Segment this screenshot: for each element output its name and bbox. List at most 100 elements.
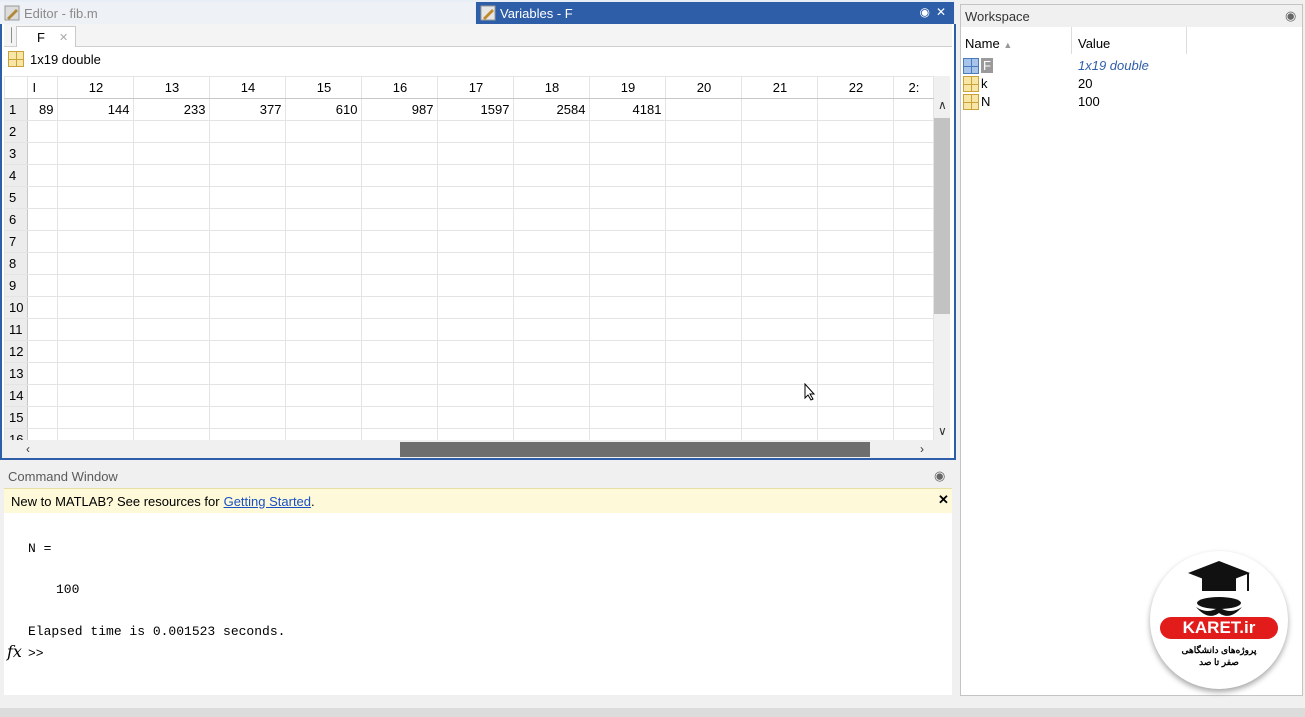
table-cell[interactable] — [817, 252, 895, 275]
table-cell[interactable] — [27, 230, 59, 253]
table-cell[interactable] — [27, 384, 59, 407]
table-cell[interactable] — [285, 208, 363, 231]
table-cell[interactable] — [741, 274, 819, 297]
table-cell[interactable] — [57, 120, 135, 143]
table-cell[interactable] — [285, 384, 363, 407]
table-cell[interactable] — [741, 406, 819, 429]
table-cell[interactable] — [209, 120, 287, 143]
table-cell[interactable] — [361, 274, 439, 297]
table-cell[interactable] — [133, 142, 211, 165]
table-cell[interactable] — [741, 208, 819, 231]
table-cell[interactable] — [665, 384, 743, 407]
table-cell[interactable] — [817, 406, 895, 429]
table-cell[interactable] — [513, 252, 591, 275]
table-cell[interactable] — [285, 142, 363, 165]
table-cell[interactable] — [437, 186, 515, 209]
table-cell[interactable] — [741, 186, 819, 209]
table-cell[interactable] — [741, 340, 819, 363]
table-cell[interactable] — [57, 362, 135, 385]
row-header[interactable]: 14 — [4, 384, 29, 407]
table-cell[interactable] — [893, 296, 935, 319]
table-cell[interactable] — [589, 384, 667, 407]
table-cell[interactable] — [285, 252, 363, 275]
table-cell[interactable] — [893, 274, 935, 297]
table-cell[interactable] — [817, 230, 895, 253]
table-cell[interactable] — [133, 406, 211, 429]
table-cell[interactable] — [741, 252, 819, 275]
table-cell[interactable] — [361, 208, 439, 231]
tab-close-icon[interactable]: ✕ — [59, 31, 68, 44]
table-cell[interactable] — [361, 252, 439, 275]
row-header[interactable]: 2 — [4, 120, 29, 143]
table-cell[interactable] — [57, 318, 135, 341]
table-cell[interactable] — [893, 362, 935, 385]
table-cell[interactable] — [437, 142, 515, 165]
table-cell[interactable] — [209, 142, 287, 165]
getting-started-link[interactable]: Getting Started — [224, 494, 311, 509]
table-cell[interactable] — [285, 230, 363, 253]
table-cell[interactable] — [209, 406, 287, 429]
function-browser-icon[interactable]: fx — [7, 642, 22, 661]
command-prompt[interactable]: >> — [28, 646, 44, 661]
table-cell[interactable] — [27, 252, 59, 275]
table-cell[interactable] — [57, 164, 135, 187]
table-cell[interactable] — [57, 340, 135, 363]
table-cell[interactable] — [27, 406, 59, 429]
table-cell[interactable] — [513, 230, 591, 253]
table-cell[interactable] — [57, 406, 135, 429]
table-cell[interactable] — [817, 208, 895, 231]
row-header[interactable]: 6 — [4, 208, 29, 231]
table-cell[interactable] — [665, 318, 743, 341]
table-cell[interactable] — [589, 274, 667, 297]
table-cell[interactable] — [665, 208, 743, 231]
row-header[interactable]: 7 — [4, 230, 29, 253]
table-cell[interactable] — [209, 164, 287, 187]
table-cell[interactable] — [361, 142, 439, 165]
table-cell[interactable] — [893, 120, 935, 143]
table-cell[interactable] — [133, 296, 211, 319]
column-header[interactable]: 12 — [57, 76, 135, 99]
column-header[interactable]: 21 — [741, 76, 819, 99]
panel-menu-icon[interactable]: ◉ — [919, 5, 929, 19]
table-cell[interactable] — [741, 120, 819, 143]
column-header[interactable]: 15 — [285, 76, 363, 99]
table-cell[interactable] — [817, 318, 895, 341]
scroll-up-icon[interactable]: ∧ — [938, 98, 947, 112]
column-header[interactable]: I — [27, 76, 59, 99]
name-column-header[interactable]: Name ▲ — [965, 36, 1012, 51]
table-cell[interactable] — [589, 120, 667, 143]
table-cell[interactable] — [513, 120, 591, 143]
table-cell[interactable] — [27, 120, 59, 143]
workspace-var-row[interactable]: k 20 — [961, 74, 1302, 92]
table-cell[interactable] — [817, 142, 895, 165]
table-cell[interactable] — [361, 296, 439, 319]
table-cell[interactable] — [437, 208, 515, 231]
table-cell[interactable] — [437, 406, 515, 429]
table-cell[interactable] — [437, 318, 515, 341]
table-cell[interactable] — [513, 296, 591, 319]
scroll-left-icon[interactable]: ‹ — [26, 442, 30, 456]
table-cell[interactable] — [133, 186, 211, 209]
table-cell[interactable] — [361, 230, 439, 253]
table-cell[interactable] — [57, 186, 135, 209]
table-cell[interactable] — [513, 318, 591, 341]
workspace-var-row[interactable]: N 100 — [961, 92, 1302, 110]
table-cell[interactable] — [893, 186, 935, 209]
table-cell[interactable] — [57, 208, 135, 231]
table-cell[interactable] — [209, 296, 287, 319]
table-cell[interactable] — [513, 142, 591, 165]
table-cell[interactable] — [437, 384, 515, 407]
variable-spreadsheet[interactable]: I 12 13 14 15 16 17 18 19 20 21 22 2: 1 89 144 233 377 61… — [4, 76, 936, 464]
table-cell[interactable]: 144 — [57, 98, 135, 121]
table-cell[interactable] — [513, 384, 591, 407]
table-cell[interactable] — [665, 362, 743, 385]
table-cell[interactable] — [513, 340, 591, 363]
table-cell[interactable] — [27, 274, 59, 297]
row-header[interactable]: 13 — [4, 362, 29, 385]
table-cell[interactable] — [437, 296, 515, 319]
table-cell[interactable] — [361, 164, 439, 187]
table-cell[interactable] — [285, 120, 363, 143]
table-cell[interactable] — [57, 274, 135, 297]
table-cell[interactable]: 987 — [361, 98, 439, 121]
scroll-right-icon[interactable]: › — [920, 442, 924, 456]
